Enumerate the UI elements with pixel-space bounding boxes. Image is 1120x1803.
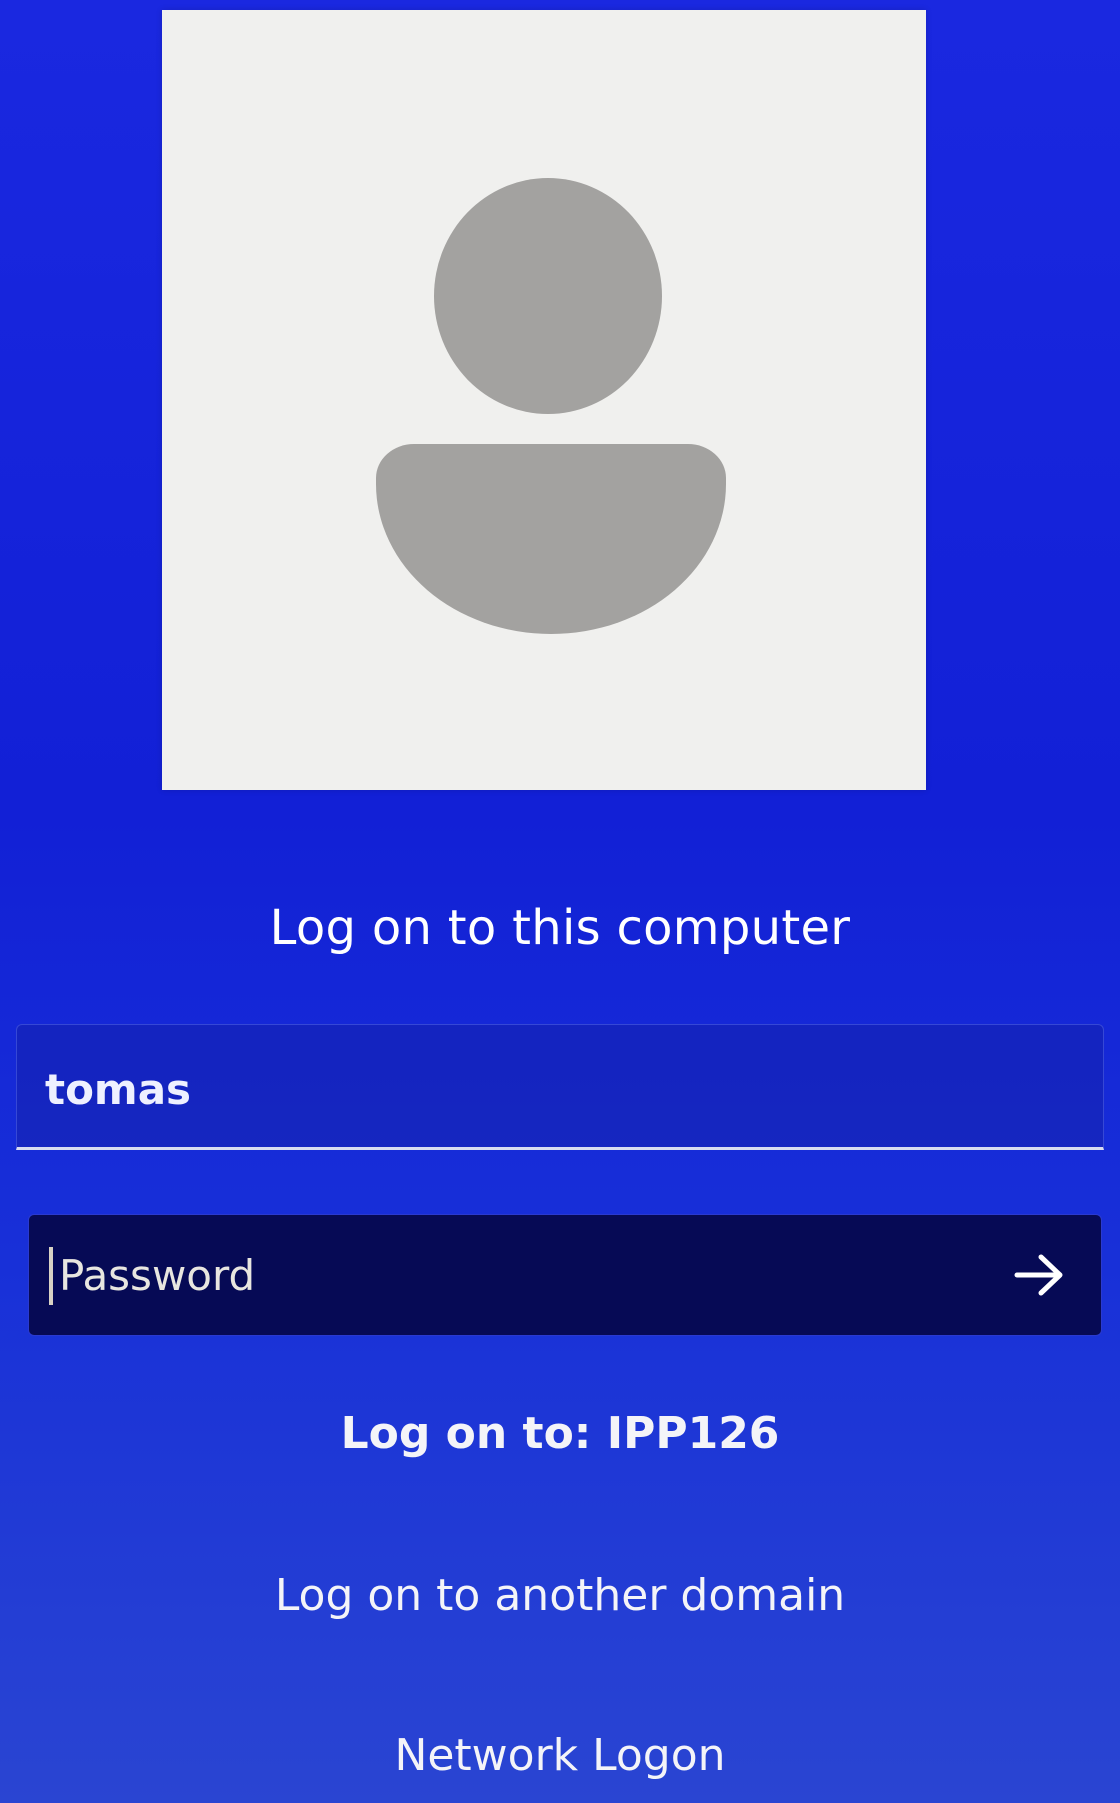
login-screen: Log on to this computer tomas Log on to:… <box>0 0 1120 1803</box>
username-field[interactable]: tomas <box>16 1024 1104 1150</box>
username-value[interactable]: tomas <box>45 1065 191 1114</box>
password-input[interactable] <box>59 1239 959 1311</box>
user-avatar <box>162 10 926 790</box>
network-logon-link[interactable]: Network Logon <box>0 1730 1120 1781</box>
user-silhouette-body <box>376 444 726 634</box>
password-field[interactable] <box>28 1214 1102 1336</box>
arrow-right-icon[interactable] <box>1011 1249 1067 1301</box>
logon-target-label: Log on to: IPP126 <box>340 1408 780 1459</box>
text-caret <box>49 1247 53 1305</box>
user-silhouette-icon <box>434 178 662 414</box>
another-domain-link[interactable]: Log on to another domain <box>0 1570 1120 1621</box>
login-heading: Log on to this computer <box>269 900 851 956</box>
